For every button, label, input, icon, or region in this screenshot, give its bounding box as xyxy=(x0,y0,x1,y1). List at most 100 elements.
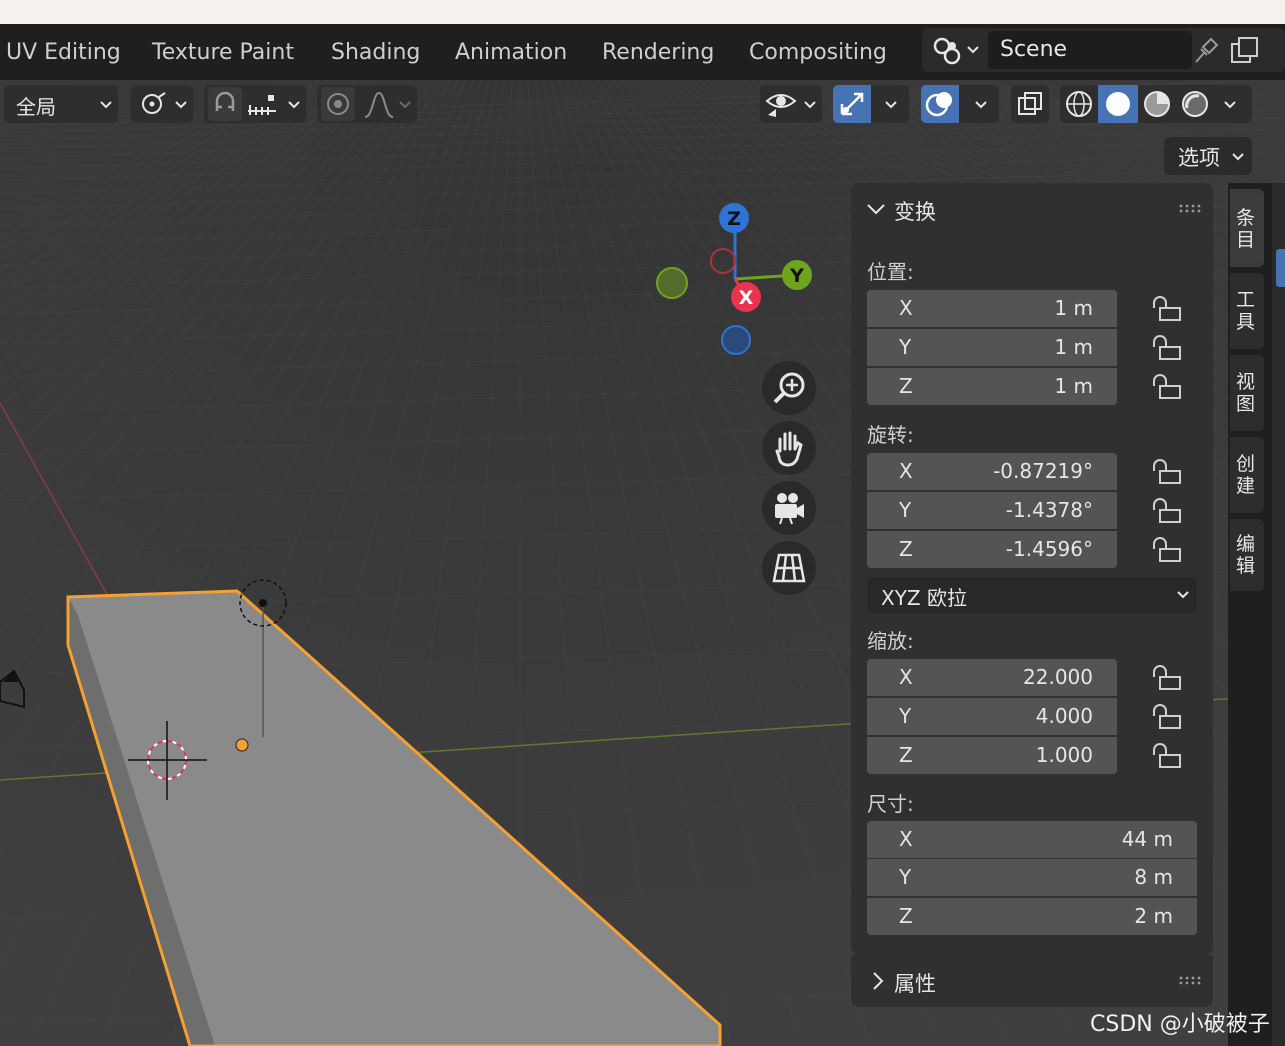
dimensions-x-field[interactable]: X 44 m xyxy=(867,821,1197,858)
pivot-point-dropdown[interactable] xyxy=(131,85,193,123)
location-z-field[interactable]: Z1 m xyxy=(867,368,1117,405)
overlays-icon xyxy=(925,92,952,117)
perspective-grid-icon xyxy=(772,553,806,583)
magnet-snap-icon[interactable] xyxy=(208,87,242,121)
visibility-dropdown[interactable] xyxy=(760,85,822,123)
region-indicator xyxy=(1276,249,1285,287)
material-preview-icon[interactable] xyxy=(1140,87,1174,121)
tab-shading[interactable]: Shading xyxy=(331,40,420,65)
lock-icon[interactable] xyxy=(1150,537,1184,563)
drag-handle-icon[interactable] xyxy=(1178,203,1202,213)
proportional-edit-icon[interactable] xyxy=(321,87,355,121)
dimensions-z-field[interactable]: Z2 m xyxy=(867,898,1197,935)
chevron-down-icon xyxy=(288,101,300,109)
chevron-down-icon xyxy=(1232,153,1244,161)
scene-selector: Scene xyxy=(922,28,1285,72)
chevron-down-icon[interactable] xyxy=(1224,99,1236,111)
pivot-icon xyxy=(142,92,166,114)
rotation-label: 旋转: xyxy=(867,423,914,447)
camera-view-button[interactable] xyxy=(762,481,816,535)
tab-rendering[interactable]: Rendering xyxy=(602,40,714,65)
wireframe-shading-icon[interactable] xyxy=(1062,87,1096,121)
location-y-field[interactable]: Y1 m xyxy=(867,329,1117,366)
gizmo-toggle-group xyxy=(833,85,909,123)
camera-icon xyxy=(775,493,804,525)
location-label: 位置: xyxy=(867,260,914,284)
title-strip xyxy=(0,0,1285,24)
lock-icon[interactable] xyxy=(1150,335,1184,361)
transform-gizmo-icon xyxy=(840,92,864,116)
lock-icon[interactable] xyxy=(1150,296,1184,322)
overlays-toggle-group xyxy=(921,85,999,123)
region-edge xyxy=(1272,183,1285,1046)
chevron-down-icon[interactable] xyxy=(885,99,897,111)
tab-edit[interactable]: 编辑 xyxy=(1230,519,1264,591)
tab-tool[interactable]: 工具 xyxy=(1230,273,1264,349)
hand-pan-icon xyxy=(775,431,803,467)
tab-item[interactable]: 条目 xyxy=(1230,189,1264,267)
lock-icon[interactable] xyxy=(1150,704,1184,730)
tab-animation[interactable]: Animation xyxy=(455,40,567,65)
lock-icon[interactable] xyxy=(1150,665,1184,691)
chevron-down-icon xyxy=(175,101,187,109)
dimensions-y-field[interactable]: Y8 m xyxy=(867,859,1197,896)
eye-icon xyxy=(765,94,797,117)
xray-toggle-button[interactable] xyxy=(1011,85,1049,123)
scale-x-field[interactable]: X 22.000 xyxy=(867,659,1117,696)
gizmo-x-label: X xyxy=(739,287,754,309)
zoom-button[interactable] xyxy=(762,361,816,415)
snap-increment-icon[interactable] xyxy=(246,91,278,119)
chevron-down-icon[interactable] xyxy=(866,201,886,217)
scale-y-field[interactable]: Y 4.000 xyxy=(867,698,1117,735)
gizmo-toggle-button[interactable] xyxy=(833,85,871,123)
lock-icon[interactable] xyxy=(1150,459,1184,485)
pan-button[interactable] xyxy=(762,421,816,475)
navigation-gizmo[interactable]: Z Y X xyxy=(650,195,820,365)
transform-panel-title[interactable]: 变换 xyxy=(894,196,936,226)
scale-z-field[interactable]: Z 1.000 xyxy=(867,737,1117,774)
copy-icon[interactable] xyxy=(1228,34,1262,68)
tab-create[interactable]: 创建 xyxy=(1230,437,1264,513)
lock-icon[interactable] xyxy=(1150,498,1184,524)
chevron-right-icon[interactable] xyxy=(870,971,886,991)
drag-handle-icon[interactable] xyxy=(1178,975,1202,985)
watermark: CSDN @小破被子 xyxy=(1090,1012,1270,1037)
rotation-x-field[interactable]: X -0.87219° xyxy=(867,453,1117,490)
pin-icon[interactable] xyxy=(1190,36,1220,66)
tab-view[interactable]: 视图 xyxy=(1230,355,1264,431)
shading-mode-group xyxy=(1060,85,1252,123)
solid-shading-button[interactable] xyxy=(1098,85,1138,123)
scene-name-field[interactable]: Scene xyxy=(988,31,1192,69)
chevron-down-icon xyxy=(1177,591,1189,599)
chevron-down-icon xyxy=(804,101,816,109)
chevron-down-icon xyxy=(100,101,112,109)
dimensions-label: 尺寸: xyxy=(867,792,914,816)
rotation-y-field[interactable]: Y -1.4378° xyxy=(867,492,1117,529)
location-x-field[interactable]: X1 m xyxy=(867,290,1117,327)
rotation-mode-dropdown[interactable]: XYZ 欧拉 xyxy=(867,577,1197,613)
rotation-z-field[interactable]: Z -1.4596° xyxy=(867,531,1117,568)
properties-panel-title[interactable]: 属性 xyxy=(894,968,936,998)
chevron-down-icon[interactable] xyxy=(975,99,987,111)
tab-texture-paint[interactable]: Texture Paint xyxy=(152,40,294,65)
snap-group xyxy=(204,85,306,123)
gizmo-y-label: Y xyxy=(789,265,804,287)
orientation-dropdown[interactable]: 全局 xyxy=(4,85,118,123)
scene-icon[interactable] xyxy=(928,32,984,68)
tab-compositing[interactable]: Compositing xyxy=(749,40,887,65)
lock-icon[interactable] xyxy=(1150,743,1184,769)
options-dropdown[interactable]: 选项 xyxy=(1164,137,1252,175)
perspective-toggle-button[interactable] xyxy=(762,541,816,595)
falloff-curve-icon[interactable] xyxy=(363,91,395,119)
proportional-editing-group xyxy=(317,85,417,123)
overlays-toggle-button[interactable] xyxy=(921,85,959,123)
chevron-down-icon xyxy=(399,101,411,109)
tab-uv-editing[interactable]: UV Editing xyxy=(6,40,121,65)
xray-icon xyxy=(1018,92,1042,115)
solid-shading-icon xyxy=(1106,92,1130,116)
gizmo-z-label: Z xyxy=(727,208,741,230)
scale-label: 缩放: xyxy=(867,629,914,653)
lock-icon[interactable] xyxy=(1150,374,1184,400)
rendered-shading-icon[interactable] xyxy=(1178,87,1212,121)
zoom-icon xyxy=(773,372,805,404)
